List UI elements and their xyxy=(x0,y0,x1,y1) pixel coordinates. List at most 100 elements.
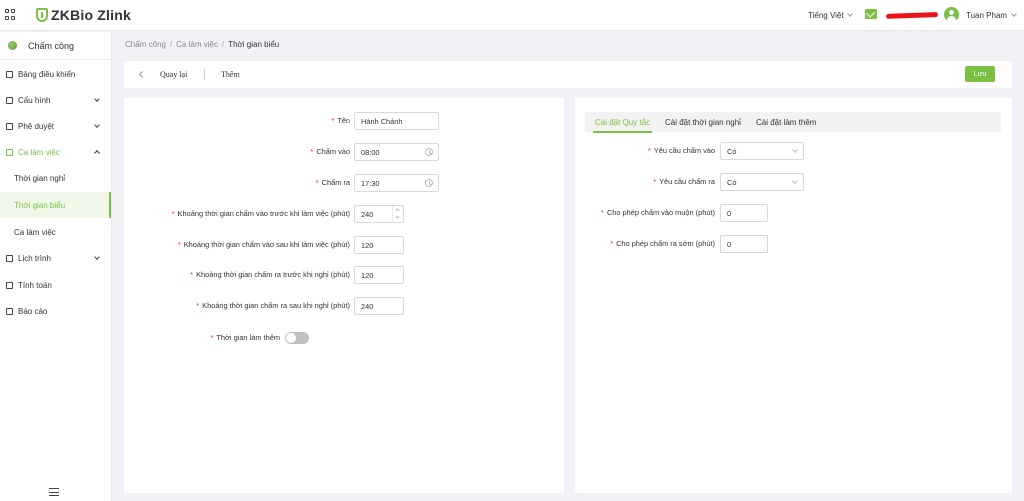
apps-grid-icon[interactable] xyxy=(5,9,16,20)
checkout-after-break-input[interactable]: 240 xyxy=(354,297,404,315)
checkout-before-break-input[interactable]: 120 xyxy=(354,266,404,284)
breadcrumb-item[interactable]: Chấm công xyxy=(125,40,166,49)
sidebar-subitem-label: Ca làm việc xyxy=(14,227,56,237)
chevron-left-icon[interactable] xyxy=(138,70,147,79)
username-label: Tuan Pham xyxy=(966,11,1008,20)
schedule-icon xyxy=(6,254,13,262)
clock-icon xyxy=(425,148,433,156)
action-bar: Quay lại Thêm Lưu xyxy=(124,61,1012,88)
sidebar-subitem-timetable[interactable]: Thời gian biểu xyxy=(0,192,111,218)
field-label: * Tên xyxy=(331,116,350,125)
sidebar-item-calculate[interactable]: Tính toán xyxy=(0,272,111,298)
form-row-checkin-after: * Khoảng thời gian chấm vào sau khi làm v… xyxy=(124,236,564,254)
language-label: Tiếng Việt xyxy=(808,11,844,20)
overtime-toggle[interactable] xyxy=(285,332,309,344)
sidebar-subitem-label: Thời gian biểu xyxy=(14,200,66,210)
field-label: * Chấm vào xyxy=(310,147,350,156)
sidebar-item-dashboard[interactable]: Bảng điều khiển xyxy=(0,61,111,87)
sidebar-item-label: Báo cáo xyxy=(18,306,48,316)
field-label: * Khoảng thời gian chấm vào sau khi làm v… xyxy=(177,240,350,249)
language-selector[interactable]: Tiếng Việt xyxy=(808,11,853,20)
user-menu[interactable]: Tuan Pham xyxy=(966,11,1017,20)
sidebar: Chấm công Bảng điều khiển Cấu hình Phê d… xyxy=(0,32,112,501)
sidebar-item-report[interactable]: Báo cáo xyxy=(0,298,111,324)
field-label: * Khoảng thời gian chấm vào trước khi làm… xyxy=(171,209,350,218)
chevron-down-icon xyxy=(792,178,798,184)
late-allowance-input[interactable]: 0 xyxy=(720,204,768,222)
tab-overtime-settings[interactable]: Cài đặt làm thêm xyxy=(756,118,816,127)
page-title: Thêm xyxy=(221,70,240,79)
logo-text: ZKBio Zlink xyxy=(51,7,131,23)
field-label: * Thời gian làm thêm xyxy=(210,333,280,342)
check-in-value: 08:00 xyxy=(361,148,380,157)
checkin-before-work-input[interactable]: 240 xyxy=(354,205,404,223)
collapse-menu-icon[interactable] xyxy=(49,488,59,496)
redaction-mark xyxy=(885,12,939,19)
number-stepper[interactable] xyxy=(392,206,403,222)
early-allowance-input[interactable]: 0 xyxy=(720,235,768,253)
form-row-require-check-out: * Yêu cầu chấm ra Có xyxy=(575,173,1012,191)
require-check-in-select[interactable]: Có xyxy=(720,142,804,160)
checkin-after-work-input[interactable]: 120 xyxy=(354,236,404,254)
sidebar-item-label: Lịch trình xyxy=(18,253,51,263)
form-row-name: * Tên Hành Chánh xyxy=(124,112,564,130)
sidebar-subitem-break-time[interactable]: Thời gian nghỉ xyxy=(0,165,111,191)
sidebar-item-shift[interactable]: Ca làm việc xyxy=(0,139,111,165)
save-button[interactable]: Lưu xyxy=(965,66,995,82)
chevron-down-icon xyxy=(846,11,853,17)
chevron-up-icon xyxy=(94,150,100,156)
form-row-checkin-before: * Khoảng thời gian chấm vào trước khi làm… xyxy=(124,205,564,223)
dashboard-icon xyxy=(6,70,13,78)
mail-icon[interactable] xyxy=(865,9,877,19)
require-check-out-select[interactable]: Có xyxy=(720,173,804,191)
select-value: Có xyxy=(727,178,737,187)
form-row-check-out: * Chấm ra 17:30 xyxy=(124,174,564,192)
logo[interactable]: ZKBio Zlink xyxy=(36,7,131,23)
sidebar-item-label: Phê duyệt xyxy=(18,121,55,131)
sidebar-module-header[interactable]: Chấm công xyxy=(0,32,111,60)
form-row-overtime: * Thời gian làm thêm xyxy=(124,329,564,347)
form-row-checkout-before: * Khoảng thời gian chấm ra trước khi nghỉ… xyxy=(124,266,564,284)
breadcrumb-item[interactable]: Ca làm việc xyxy=(176,40,218,49)
breadcrumb-current: Thời gian biểu xyxy=(228,40,280,49)
sidebar-item-approval[interactable]: Phê duyệt xyxy=(0,113,111,139)
calculate-icon xyxy=(6,281,13,289)
check-out-time-picker[interactable]: 17:30 xyxy=(354,174,439,192)
select-value: Có xyxy=(727,147,737,156)
field-label: * Cho phép chấm vào muộn (phút) xyxy=(601,208,715,217)
check-in-time-picker[interactable]: 08:00 xyxy=(354,143,439,161)
breadcrumb: Chấm công / Ca làm việc / Thời gian biểu xyxy=(125,40,280,49)
logo-shield-icon xyxy=(36,8,48,22)
shift-icon xyxy=(6,148,13,156)
sidebar-item-label: Tính toán xyxy=(18,280,52,290)
sidebar-subitem-label: Thời gian nghỉ xyxy=(14,173,66,183)
field-label: * Yêu cầu chấm vào xyxy=(647,146,715,155)
avatar[interactable] xyxy=(944,7,959,22)
chevron-down-icon xyxy=(94,96,100,102)
sidebar-item-label: Ca làm việc xyxy=(18,147,60,157)
field-label: * Khoảng thời gian chấm ra sau khi nghỉ (… xyxy=(196,301,350,310)
chevron-down-icon xyxy=(94,254,100,260)
sidebar-subitem-shift[interactable]: Ca làm việc xyxy=(0,219,111,245)
top-bar: ZKBio Zlink Tiếng Việt Tuan Pham xyxy=(0,0,1024,31)
back-button[interactable]: Quay lại xyxy=(160,70,187,79)
tab-break-settings[interactable]: Cài đặt thời gian nghỉ xyxy=(665,118,741,127)
check-out-value: 17:30 xyxy=(361,179,380,188)
divider xyxy=(204,69,205,80)
rules-settings-panel: Cài đặt Quy tắc Cài đặt thời gian nghỉ C… xyxy=(575,98,1012,493)
chevron-down-icon xyxy=(1011,11,1017,17)
sidebar-item-label: Cấu hình xyxy=(18,95,51,105)
approval-icon xyxy=(6,122,13,130)
sidebar-item-schedule[interactable]: Lịch trình xyxy=(0,245,111,271)
clock-icon xyxy=(425,179,433,187)
chevron-down-icon xyxy=(94,122,100,128)
sidebar-item-settings[interactable]: Cấu hình xyxy=(0,87,111,113)
form-row-early-allowance: * Cho phép chấm ra sớm (phút) 0 xyxy=(575,235,1012,253)
number-value: 240 xyxy=(361,210,374,219)
form-row-checkout-after: * Khoảng thời gian chấm ra sau khi nghỉ (… xyxy=(124,297,564,315)
name-input[interactable]: Hành Chánh xyxy=(354,112,439,130)
tab-rules[interactable]: Cài đặt Quy tắc xyxy=(592,118,653,133)
sidebar-item-label: Bảng điều khiển xyxy=(18,69,76,79)
sidebar-module-title: Chấm công xyxy=(28,40,75,51)
settings-tabs: Cài đặt Quy tắc Cài đặt thời gian nghỉ C… xyxy=(585,112,1001,133)
